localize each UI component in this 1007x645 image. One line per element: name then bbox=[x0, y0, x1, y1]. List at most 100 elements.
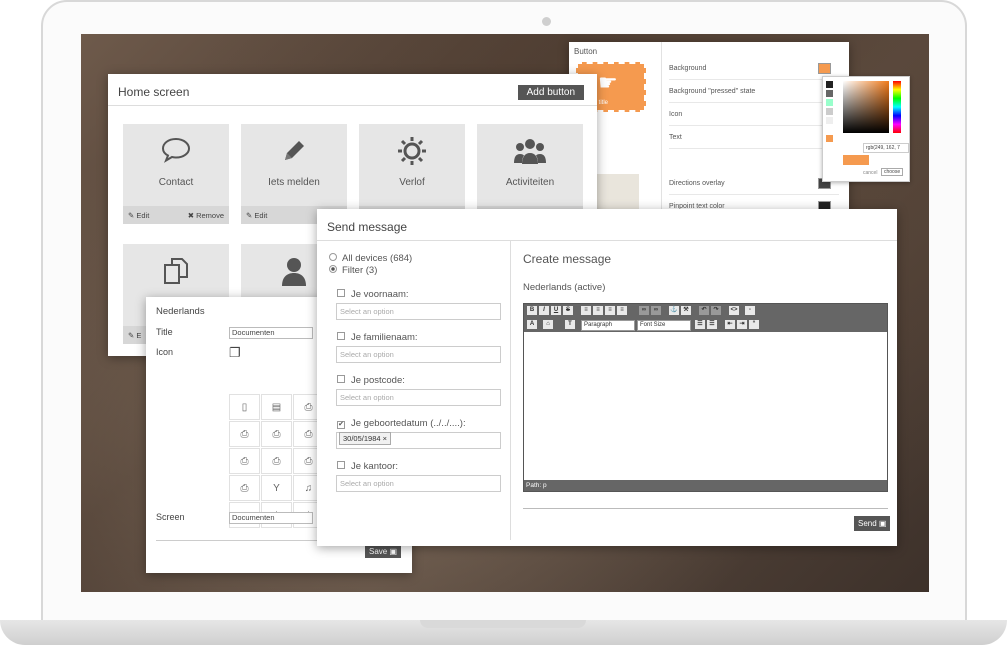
justify-icon[interactable]: ≡ bbox=[617, 306, 627, 315]
edit-link[interactable]: ✎ Edit bbox=[128, 211, 149, 220]
saturation-area[interactable] bbox=[843, 81, 889, 133]
quote-icon[interactable]: “ bbox=[749, 320, 759, 329]
color-preview bbox=[843, 155, 869, 165]
remove-link[interactable]: ✖ Remove bbox=[188, 211, 224, 220]
send-button[interactable]: Send ▣ bbox=[854, 516, 891, 531]
filter-icon[interactable]: Y bbox=[261, 475, 292, 501]
color-picker[interactable]: rgb(249, 162, 7 cancel choose bbox=[822, 76, 910, 182]
radio-icon[interactable] bbox=[329, 253, 337, 261]
paragraph-select[interactable]: Paragraph bbox=[581, 320, 635, 331]
undo-icon[interactable]: ↶ bbox=[699, 306, 709, 315]
checkbox-icon[interactable] bbox=[337, 289, 345, 297]
italic-button[interactable]: I bbox=[539, 306, 549, 315]
panel-title: Send message bbox=[327, 220, 408, 234]
setting-row-directions[interactable]: Directions overlay bbox=[669, 174, 839, 195]
radio-filter[interactable]: Filter (3) bbox=[329, 265, 377, 276]
checkbox-voornaam[interactable]: Je voornaam: bbox=[337, 289, 409, 300]
checkbox-kantoor[interactable]: Je kantoor: bbox=[337, 461, 398, 472]
familienaam-select[interactable]: Select an option bbox=[336, 346, 501, 363]
highlight-icon[interactable]: ⌂ bbox=[543, 320, 553, 329]
underline-button[interactable]: U bbox=[551, 306, 561, 315]
swatch[interactable] bbox=[826, 99, 833, 106]
setting-row-icon[interactable]: Icon bbox=[669, 105, 839, 126]
postcode-select[interactable]: Select an option bbox=[336, 389, 501, 406]
bold-button[interactable]: B bbox=[527, 306, 537, 315]
floppy-icon: ▣ bbox=[878, 519, 887, 528]
date-tag[interactable]: 30/05/1984 × bbox=[339, 432, 392, 445]
checkbox-icon[interactable] bbox=[337, 332, 345, 340]
language-label: Nederlands (active) bbox=[523, 282, 606, 293]
swatch[interactable] bbox=[826, 117, 833, 124]
divider bbox=[317, 240, 897, 241]
html-icon[interactable]: <> bbox=[729, 306, 739, 315]
setting-row-pressed[interactable]: Background "pressed" state bbox=[669, 82, 839, 103]
camera bbox=[542, 17, 551, 26]
setting-row-background[interactable]: Background bbox=[669, 59, 839, 80]
outdent-icon[interactable]: ⇤ bbox=[725, 320, 735, 329]
radio-all-devices[interactable]: All devices (684) bbox=[329, 253, 412, 264]
text-color-icon[interactable]: A bbox=[527, 320, 537, 329]
title-input[interactable]: Documenten bbox=[229, 327, 313, 339]
edit-link[interactable]: ✎ Edit bbox=[246, 211, 267, 220]
rich-text-editor[interactable]: B I U S ≡ ≡ ≡ ≡ ∞ ∞ ⚓ ⚒ ↶ ↷ <> ▫ A ⌂ T P… bbox=[523, 303, 888, 492]
setting-label: Background "pressed" state bbox=[669, 88, 756, 95]
print-icon[interactable]: ⎙ bbox=[229, 421, 260, 447]
color-swatch[interactable] bbox=[818, 63, 831, 74]
align-center-icon[interactable]: ≡ bbox=[593, 306, 603, 315]
align-left-icon[interactable]: ≡ bbox=[581, 306, 591, 315]
print-icon[interactable]: ⎙ bbox=[229, 475, 260, 501]
cancel-link[interactable]: cancel bbox=[863, 170, 877, 176]
tile-label: Iets melden bbox=[268, 177, 320, 188]
sun-icon bbox=[359, 136, 465, 173]
checkbox-icon[interactable] bbox=[337, 375, 345, 383]
voornaam-select[interactable]: Select an option bbox=[336, 303, 501, 320]
image-icon[interactable]: ▫ bbox=[745, 306, 755, 315]
kantoor-select[interactable]: Select an option bbox=[336, 475, 501, 492]
clean-icon[interactable]: ⚒ bbox=[681, 306, 691, 315]
checkbox-familienaam[interactable]: Je familienaam: bbox=[337, 332, 418, 343]
divider bbox=[108, 105, 597, 106]
save-button[interactable]: Save ▣ bbox=[365, 545, 402, 558]
bullet-list-icon[interactable]: ☰ bbox=[695, 320, 705, 329]
tile-contact[interactable]: Contact ✎ Edit ✖ Remove bbox=[123, 124, 229, 224]
link-icon[interactable]: ∞ bbox=[639, 306, 649, 315]
align-right-icon[interactable]: ≡ bbox=[605, 306, 615, 315]
redo-icon[interactable]: ↷ bbox=[711, 306, 721, 315]
radio-icon[interactable] bbox=[329, 265, 337, 273]
speech-bubble-icon bbox=[123, 136, 229, 171]
font-family-icon[interactable]: T bbox=[565, 320, 575, 329]
edit-link[interactable]: ✎ E bbox=[128, 331, 141, 340]
swatch[interactable] bbox=[826, 135, 833, 142]
font-size-select[interactable]: Font Size bbox=[637, 320, 691, 331]
indent-icon[interactable]: ⇥ bbox=[737, 320, 747, 329]
editor-toolbar-1: B I U S ≡ ≡ ≡ ≡ ∞ ∞ ⚓ ⚒ ↶ ↷ <> ▫ bbox=[524, 304, 887, 318]
swatch[interactable] bbox=[826, 81, 833, 88]
checkbox-icon[interactable]: ✔ bbox=[337, 421, 345, 429]
icon-label: Icon bbox=[156, 347, 174, 357]
file-text-icon[interactable]: ▤ bbox=[261, 394, 292, 420]
hue-slider[interactable] bbox=[893, 81, 901, 133]
anchor-icon[interactable]: ⚓ bbox=[669, 306, 679, 315]
print-icon[interactable]: ⎙ bbox=[229, 448, 260, 474]
checkbox-icon[interactable] bbox=[337, 461, 345, 469]
checkbox-postcode[interactable]: Je postcode: bbox=[337, 375, 405, 386]
strikethrough-button[interactable]: S bbox=[563, 306, 573, 315]
unlink-icon[interactable]: ∞ bbox=[651, 306, 661, 315]
column-divider bbox=[510, 240, 511, 540]
color-value-input[interactable]: rgb(249, 162, 7 bbox=[863, 143, 909, 153]
tile-label: Verlof bbox=[399, 177, 425, 188]
setting-row-text[interactable]: Text bbox=[669, 128, 839, 149]
file-icon[interactable]: ▯ bbox=[229, 394, 260, 420]
choose-button[interactable]: choose bbox=[881, 168, 904, 176]
checkbox-geboortedatum[interactable]: ✔ Je geboortedatum (../../....): bbox=[337, 418, 466, 429]
numbered-list-icon[interactable]: ☰ bbox=[707, 320, 717, 329]
screen-input[interactable]: Documenten bbox=[229, 512, 313, 524]
hand-pointer-icon: ☛ bbox=[598, 70, 618, 95]
panel-title: Home screen bbox=[118, 85, 190, 99]
add-button[interactable]: Add button bbox=[517, 85, 584, 100]
swatch[interactable] bbox=[826, 108, 833, 115]
swatch[interactable] bbox=[826, 90, 833, 97]
swatch[interactable] bbox=[826, 126, 833, 133]
print-icon[interactable]: ⎙ bbox=[261, 448, 292, 474]
print-icon[interactable]: ⎙ bbox=[261, 421, 292, 447]
